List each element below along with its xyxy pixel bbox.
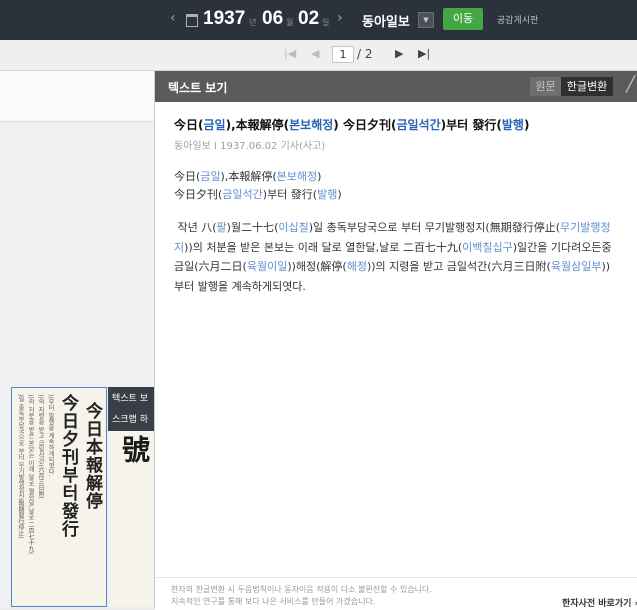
top-navigation-bar: ‹ 1937 년 06 월 02 일 › 동아일보 ▼ 이동 공감게시판	[0, 0, 637, 40]
previous-date-icon[interactable]: ‹	[170, 10, 176, 26]
meta-date: 1937.06.02	[220, 141, 278, 152]
article-headline-line-1: 今日(금일),本報解停(본보해정)	[174, 170, 322, 183]
text-view-header: 텍스트 보기 원문 한글변환 ╱	[155, 71, 637, 102]
panel-footer: 한자의 한글변환 시 두음법칙이나 동자이음 적용이 다소 불완전할 수 있습니…	[155, 577, 637, 610]
current-page-input[interactable]: 1	[332, 46, 354, 63]
day-unit: 일	[322, 18, 330, 27]
newspaper-name[interactable]: 동아일보	[362, 11, 410, 30]
conversion-notice-1: 한자의 한글변환 시 두음법칙이나 동자이음 적용이 다소 불완전할 수 있습니…	[171, 585, 432, 594]
next-date-icon[interactable]: ›	[337, 10, 343, 26]
year-unit: 년	[249, 18, 257, 27]
text-view-menu-item[interactable]: 텍스트 보	[112, 391, 148, 404]
last-page-icon[interactable]: ▶|	[418, 47, 430, 60]
tab-hangul-conversion[interactable]: 한글변환	[561, 77, 613, 96]
thumb-body-text: )일 총독부당국으로 부터 무기발행정지(無期發行停止(	[17, 394, 24, 539]
thumb-body-text-2: ))의 처분을 받은 본보는 이래 달로 열한달,날로 二百七十九(	[27, 394, 34, 555]
hanja-dictionary-link[interactable]: 한자사전 바로가기 ›	[562, 596, 637, 609]
article-title: 今日(금일),本報解停(본보해정) 今日夕刊(금일석간)부터 發行(발행)	[174, 118, 530, 132]
thumbnail-context-menu: 텍스트 보 스크랩 하	[108, 387, 155, 431]
article-meta: 동아일보 I 1937.06.02 기사(사고)	[174, 141, 326, 152]
meta-source: 동아일보	[174, 141, 211, 152]
panel-title: 텍스트 보기	[168, 81, 228, 95]
community-board-link[interactable]: 공감게시판	[497, 13, 538, 26]
adjacent-article-thumbnail[interactable]: 東亞日報外號	[110, 431, 155, 605]
thumb-body-text-4: ))부터 발행을 계속하게되엿다.	[47, 394, 54, 477]
calendar-icon[interactable]	[186, 14, 198, 27]
day-value[interactable]: 02	[298, 8, 319, 30]
thumb-body-text-3: ))의 지령을 받고 금일석간(六月三日附(	[37, 394, 44, 500]
article-body: 작년 八(팔)월二十七(이십칠)일 총독부당국으로 부터 무기발행정지(無期發行…	[174, 221, 612, 293]
thumb-headline-2: 今日夕刊부터發行	[58, 394, 78, 538]
selected-article-thumbnail[interactable]: )일 총독부당국으로 부터 무기발행정지(無期發行停止( ))의 처분을 받은 …	[11, 387, 107, 607]
thumb-headline-1: 今日本報解停	[82, 402, 102, 510]
page-navigator: |◀ ◀ 1 / 2 ▶ ▶|	[0, 40, 637, 71]
tab-original-text[interactable]: 원문	[530, 77, 561, 96]
viewer-header-area	[0, 71, 155, 122]
newspaper-dropdown-icon[interactable]: ▼	[418, 12, 434, 28]
conversion-notice-2: 지속적인 연구를 통해 보다 나은 서비스를 만들어 가겠습니다.	[171, 597, 376, 606]
close-icon[interactable]: ╱	[626, 75, 635, 93]
article-headline-line-2: 今日夕刊(금일석간)부터 發行(발행)	[174, 188, 342, 201]
text-view-panel: 텍스트 보기 원문 한글변환 ╱ 今日(금일),本報解停(본보해정) 今日夕刊(…	[154, 71, 637, 610]
next-page-icon[interactable]: ▶	[395, 47, 403, 60]
first-page-icon[interactable]: |◀	[284, 47, 296, 60]
year-value[interactable]: 1937	[203, 8, 245, 30]
month-unit: 월	[286, 18, 294, 27]
meta-type: 기사(사고)	[280, 141, 326, 152]
go-button[interactable]: 이동	[443, 8, 483, 30]
previous-page-icon[interactable]: ◀	[311, 47, 319, 60]
thumb2-masthead: 東亞日報外號	[118, 435, 151, 463]
month-value[interactable]: 06	[262, 8, 283, 30]
total-pages: / 2	[357, 47, 373, 61]
scrap-menu-item[interactable]: 스크랩 하	[112, 412, 148, 425]
